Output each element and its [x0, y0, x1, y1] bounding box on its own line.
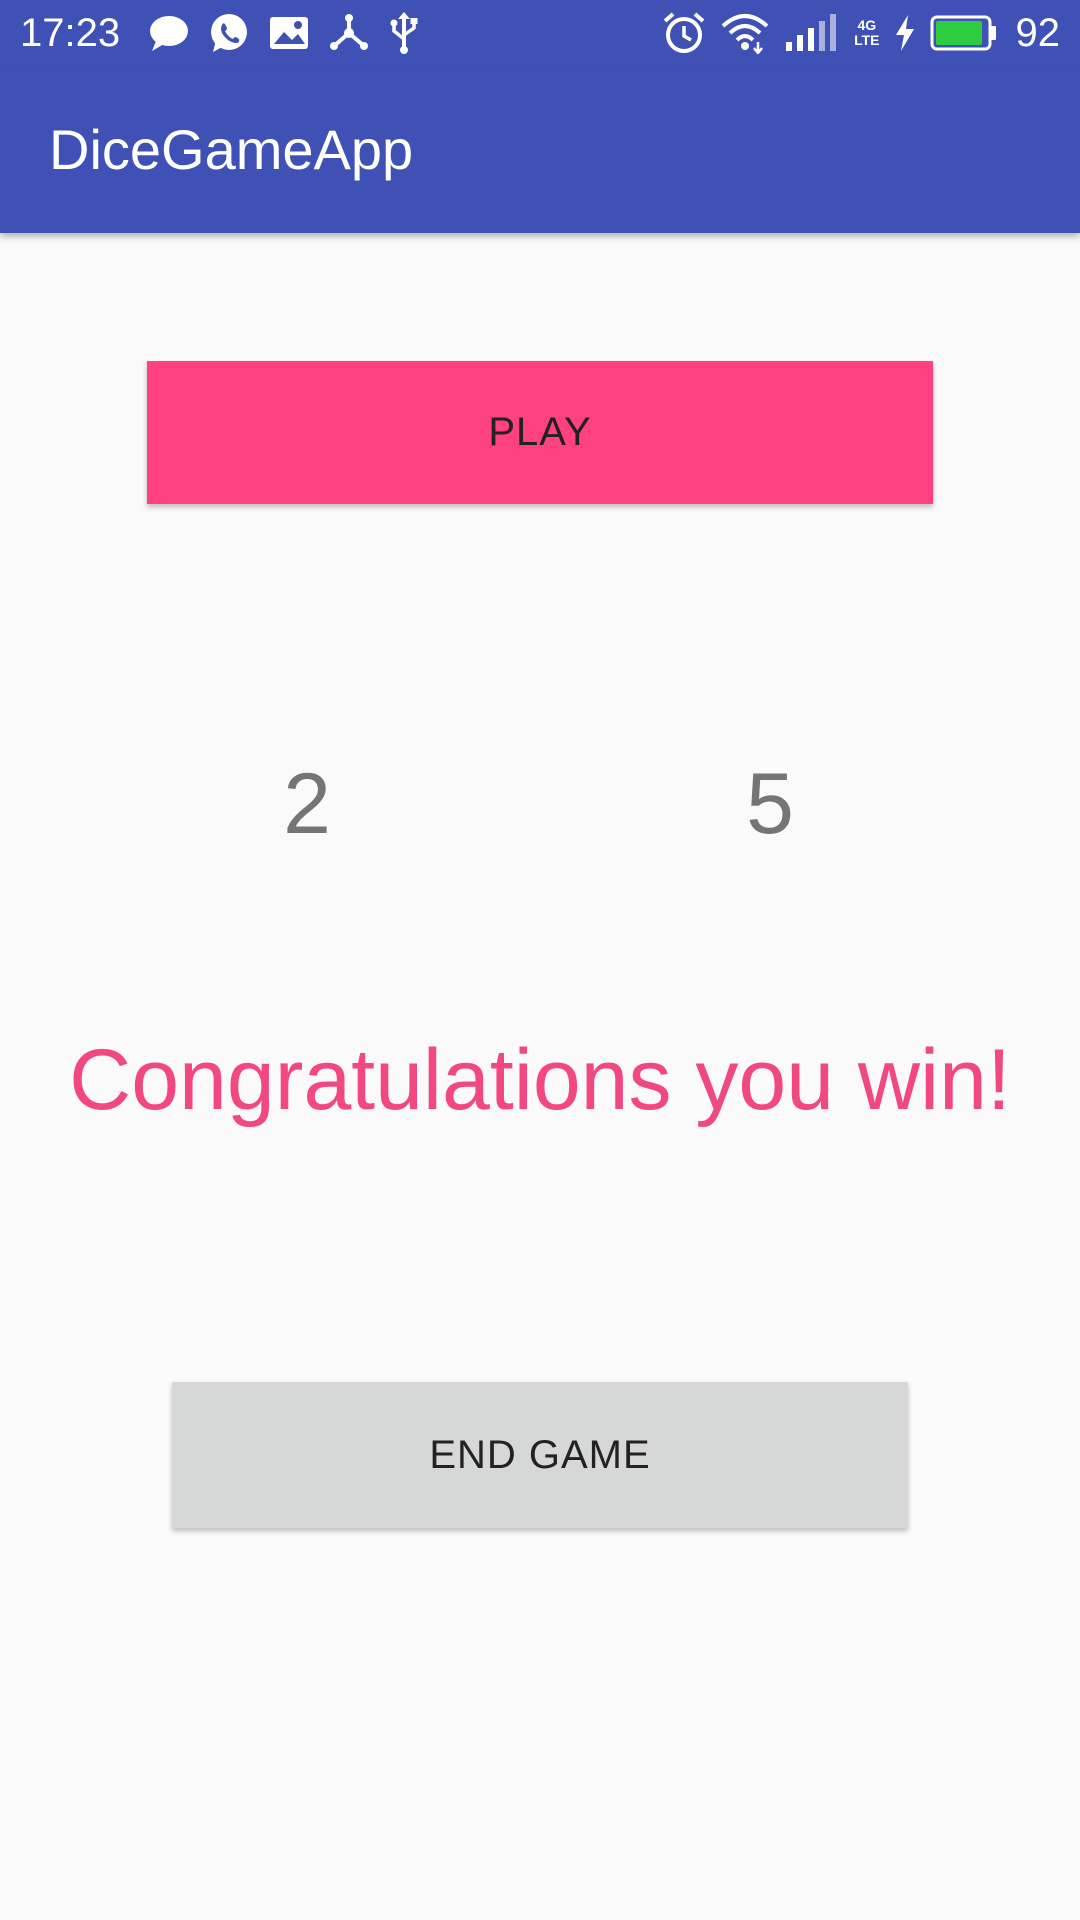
app-bar: DiceGameApp	[0, 66, 1080, 233]
chat-bubble-icon	[148, 13, 190, 53]
end-game-button[interactable]: END GAME	[172, 1382, 908, 1528]
die-right-value: 5	[746, 756, 794, 852]
signal-icon	[784, 14, 840, 52]
die-left-value: 2	[283, 756, 331, 852]
status-time: 17:23	[20, 11, 121, 55]
status-bar: 17:23 4G LTE 92	[0, 0, 1080, 66]
whatsapp-icon	[208, 12, 250, 54]
charging-bolt-icon	[894, 14, 916, 52]
wifi-icon	[720, 12, 770, 54]
status-notification-icons	[148, 12, 420, 54]
play-button[interactable]: PLAY	[147, 361, 933, 504]
alarm-icon	[662, 11, 706, 55]
image-icon	[268, 14, 310, 52]
share-hub-icon	[328, 13, 370, 53]
result-message: Congratulations you win!	[69, 1032, 1011, 1128]
network-type-label: 4G LTE	[854, 17, 880, 48]
app-title: DiceGameApp	[49, 118, 414, 181]
status-system-icons: 4G LTE 92	[662, 10, 1060, 56]
battery-icon	[930, 14, 998, 52]
battery-percent: 92	[1015, 11, 1061, 55]
usb-icon	[388, 11, 420, 55]
